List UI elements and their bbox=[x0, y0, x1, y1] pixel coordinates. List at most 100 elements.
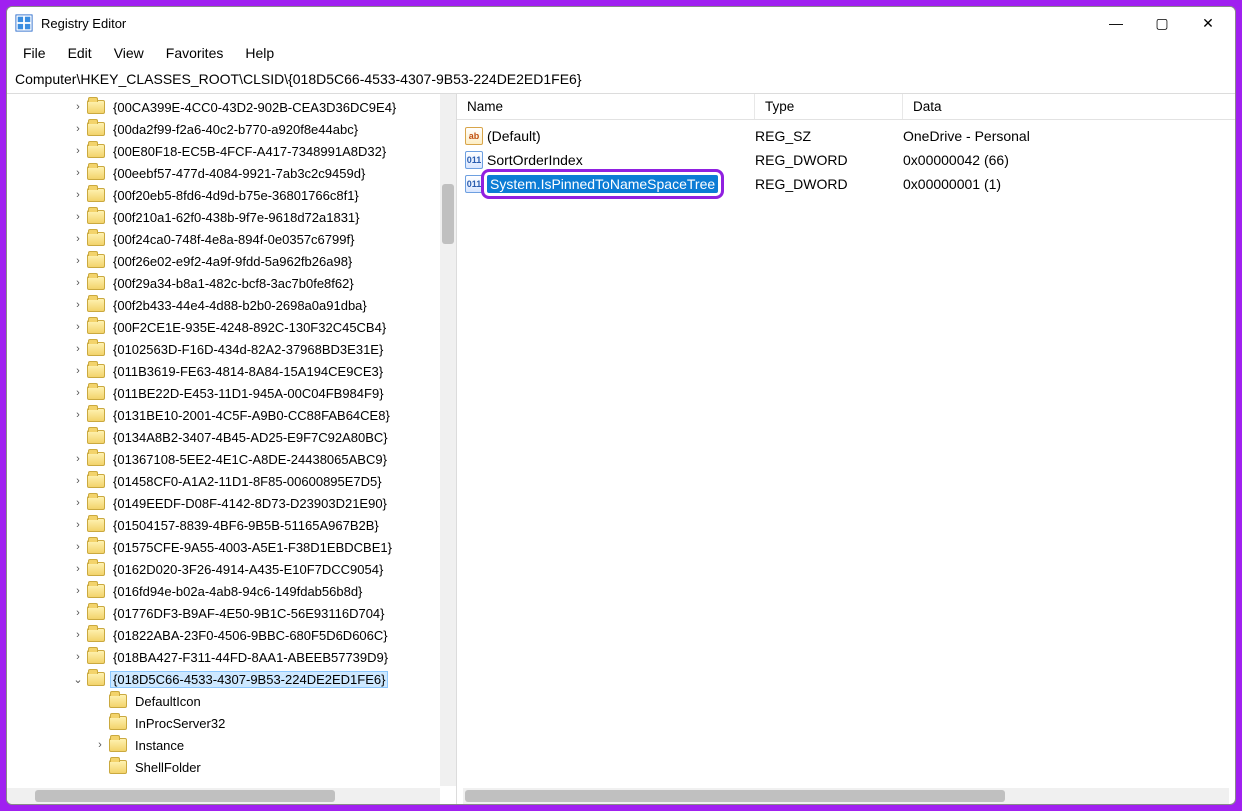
tree-item[interactable]: › {01367108-5EE2-4E1C-A8DE-24438065ABC9} bbox=[7, 448, 456, 470]
folder-icon bbox=[109, 760, 127, 774]
chevron-right-icon[interactable]: › bbox=[71, 123, 85, 135]
tree-item[interactable]: ›ShellFolder bbox=[7, 756, 456, 778]
title-bar[interactable]: Registry Editor — ▢ ✕ bbox=[7, 7, 1235, 39]
tree-vertical-scrollbar[interactable] bbox=[440, 94, 456, 786]
value-row[interactable]: 011System.IsPinnedToNameSpaceTreeREG_DWO… bbox=[465, 172, 1235, 196]
chevron-right-icon[interactable]: › bbox=[71, 343, 85, 355]
tree-item[interactable]: ›{011BE22D-E453-11D1-945A-00C04FB984F9} bbox=[7, 382, 456, 404]
tree-item[interactable]: › {01776DF3-B9AF-4E50-9B1C-56E93116D704} bbox=[7, 602, 456, 624]
tree-item[interactable]: ›{016fd94e-b02a-4ab8-94c6-149fdab56b8d} bbox=[7, 580, 456, 602]
tree-item-label: {00f210a1-62f0-438b-9f7e-9618d72a1831} bbox=[111, 210, 362, 225]
tree-item[interactable]: ›{00CA399E-4CC0-43D2-902B-CEA3D36DC9E4} bbox=[7, 96, 456, 118]
chevron-right-icon[interactable]: › bbox=[93, 739, 107, 751]
tree-item[interactable]: ›{00f20eb5-8fd6-4d9d-b75e-36801766c8f1} bbox=[7, 184, 456, 206]
maximize-button[interactable]: ▢ bbox=[1139, 7, 1185, 39]
chevron-right-icon[interactable]: › bbox=[71, 387, 85, 399]
folder-icon bbox=[87, 386, 105, 400]
tree-item[interactable]: ›{0134A8B2-3407-4B45-AD25-E9F7C92A80BC} bbox=[7, 426, 456, 448]
tree-item-label: {018D5C66-4533-4307-9B53-224DE2ED1FE6} bbox=[111, 672, 387, 687]
tree-item[interactable]: › {0131BE10-2001-4C5F-A9B0-CC88FAB64CE8} bbox=[7, 404, 456, 426]
value-row[interactable]: 011SortOrderIndexREG_DWORD0x00000042 (66… bbox=[465, 148, 1235, 172]
chevron-right-icon[interactable]: › bbox=[71, 453, 85, 465]
scrollbar-thumb[interactable] bbox=[442, 184, 454, 244]
tree-item-label: {01776DF3-B9AF-4E50-9B1C-56E93116D704} bbox=[111, 606, 387, 621]
menu-view[interactable]: View bbox=[104, 42, 154, 64]
tree-item[interactable]: ›{01822ABA-23F0-4506-9BBC-680F5D6D606C} bbox=[7, 624, 456, 646]
tree-item[interactable]: › {011B3619-FE63-4814-8A84-15A194CE9CE3} bbox=[7, 360, 456, 382]
chevron-right-icon[interactable]: › bbox=[71, 651, 85, 663]
chevron-right-icon[interactable]: › bbox=[71, 409, 85, 421]
tree-item[interactable]: ›{00f26e02-e9f2-4a9f-9fdd-5a962fb26a98} bbox=[7, 250, 456, 272]
value-data: OneDrive - Personal bbox=[903, 128, 1235, 144]
tree-item-label: Instance bbox=[133, 738, 186, 753]
tree-item[interactable]: ›{018BA427-F311-44FD-8AA1-ABEEB57739D9} bbox=[7, 646, 456, 668]
chevron-right-icon[interactable]: › bbox=[71, 299, 85, 311]
tree-item[interactable]: ›{00E80F18-EC5B-4FCF-A417-7348991A8D32} bbox=[7, 140, 456, 162]
chevron-right-icon[interactable]: › bbox=[71, 321, 85, 333]
chevron-right-icon[interactable]: › bbox=[71, 541, 85, 553]
menu-help[interactable]: Help bbox=[235, 42, 284, 64]
chevron-right-icon[interactable]: › bbox=[71, 167, 85, 179]
registry-tree[interactable]: ›{00CA399E-4CC0-43D2-902B-CEA3D36DC9E4}›… bbox=[7, 94, 456, 780]
scrollbar-thumb[interactable] bbox=[465, 790, 1005, 802]
close-button[interactable]: ✕ bbox=[1185, 7, 1231, 39]
chevron-right-icon[interactable]: › bbox=[71, 563, 85, 575]
column-header-name[interactable]: Name bbox=[457, 94, 755, 119]
address-bar[interactable]: Computer\HKEY_CLASSES_ROOT\CLSID\{018D5C… bbox=[7, 67, 1235, 94]
scrollbar-thumb[interactable] bbox=[35, 790, 335, 802]
tree-item-label: {011B3619-FE63-4814-8A84-15A194CE9CE3} bbox=[111, 364, 385, 379]
values-horizontal-scrollbar[interactable] bbox=[463, 788, 1229, 804]
chevron-right-icon[interactable]: › bbox=[71, 475, 85, 487]
chevron-right-icon[interactable]: › bbox=[71, 519, 85, 531]
chevron-right-icon[interactable]: › bbox=[71, 497, 85, 509]
tree-item[interactable]: ›InProcServer32 bbox=[7, 712, 456, 734]
reg-dword-icon: 011 bbox=[465, 151, 483, 169]
tree-item[interactable]: ›{00eebf57-477d-4084-9921-7ab3c2c9459d} bbox=[7, 162, 456, 184]
folder-icon bbox=[109, 716, 127, 730]
chevron-right-icon[interactable]: › bbox=[71, 189, 85, 201]
chevron-right-icon[interactable]: › bbox=[71, 255, 85, 267]
tree-pane: ›{00CA399E-4CC0-43D2-902B-CEA3D36DC9E4}›… bbox=[7, 94, 457, 804]
chevron-right-icon[interactable]: › bbox=[71, 233, 85, 245]
tree-item[interactable]: ›DefaultIcon bbox=[7, 690, 456, 712]
tree-item[interactable]: ›{00da2f99-f2a6-40c2-b770-a920f8e44abc} bbox=[7, 118, 456, 140]
minimize-button[interactable]: — bbox=[1093, 7, 1139, 39]
menu-favorites[interactable]: Favorites bbox=[156, 42, 234, 64]
tree-item-label: {0131BE10-2001-4C5F-A9B0-CC88FAB64CE8} bbox=[111, 408, 392, 423]
menu-edit[interactable]: Edit bbox=[58, 42, 102, 64]
chevron-right-icon[interactable]: › bbox=[71, 101, 85, 113]
column-header-type[interactable]: Type bbox=[755, 94, 903, 119]
tree-item[interactable]: ›{01504157-8839-4BF6-9B5B-51165A967B2B} bbox=[7, 514, 456, 536]
tree-item[interactable]: ⌄ {018D5C66-4533-4307-9B53-224DE2ED1FE6} bbox=[7, 668, 456, 690]
tree-item[interactable]: ›{00F2CE1E-935E-4248-892C-130F32C45CB4} bbox=[7, 316, 456, 338]
chevron-down-icon[interactable]: ⌄ bbox=[71, 673, 85, 686]
menu-file[interactable]: File bbox=[13, 42, 56, 64]
tree-item[interactable]: ›{00f2b433-44e4-4d88-b2b0-2698a0a91dba} bbox=[7, 294, 456, 316]
folder-icon bbox=[87, 474, 105, 488]
tree-item[interactable]: › {00f210a1-62f0-438b-9f7e-9618d72a1831} bbox=[7, 206, 456, 228]
folder-icon bbox=[109, 694, 127, 708]
chevron-right-icon[interactable]: › bbox=[71, 585, 85, 597]
chevron-right-icon[interactable]: › bbox=[71, 629, 85, 641]
column-header-data[interactable]: Data bbox=[903, 94, 1235, 119]
tree-horizontal-scrollbar[interactable] bbox=[7, 788, 440, 804]
value-type: REG_SZ bbox=[755, 128, 903, 144]
tree-item[interactable]: ›{00f24ca0-748f-4e8a-894f-0e0357c6799f} bbox=[7, 228, 456, 250]
chevron-right-icon[interactable]: › bbox=[71, 211, 85, 223]
tree-item[interactable]: › Instance bbox=[7, 734, 456, 756]
folder-icon bbox=[87, 364, 105, 378]
chevron-right-icon[interactable]: › bbox=[71, 145, 85, 157]
tree-item[interactable]: ›{0162D020-3F26-4914-A435-E10F7DCC9054} bbox=[7, 558, 456, 580]
tree-item[interactable]: ›{0149EEDF-D08F-4142-8D73-D23903D21E90} bbox=[7, 492, 456, 514]
tree-item[interactable]: ›{00f29a34-b8a1-482c-bcf8-3ac7b0fe8f62} bbox=[7, 272, 456, 294]
chevron-right-icon[interactable]: › bbox=[71, 277, 85, 289]
tree-item-label: {01367108-5EE2-4E1C-A8DE-24438065ABC9} bbox=[111, 452, 389, 467]
chevron-right-icon[interactable]: › bbox=[71, 607, 85, 619]
tree-item[interactable]: ›{01458CF0-A1A2-11D1-8F85-00600895E7D5} bbox=[7, 470, 456, 492]
reg-sz-icon: ab bbox=[465, 127, 483, 145]
tree-item[interactable]: ›{01575CFE-9A55-4003-A5E1-F38D1EBDCBE1} bbox=[7, 536, 456, 558]
folder-icon bbox=[87, 254, 105, 268]
chevron-right-icon[interactable]: › bbox=[71, 365, 85, 377]
tree-item[interactable]: ›{0102563D-F16D-434d-82A2-37968BD3E31E} bbox=[7, 338, 456, 360]
value-row[interactable]: ab(Default)REG_SZOneDrive - Personal bbox=[465, 124, 1235, 148]
